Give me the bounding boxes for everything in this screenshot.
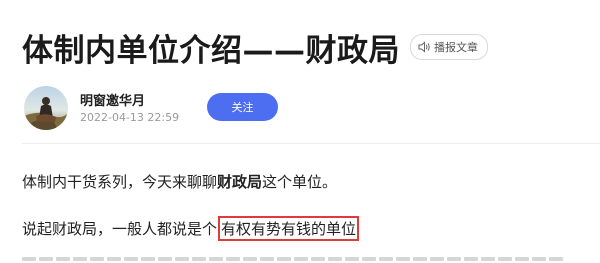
paragraph-1-text-before: 体制内干货系列，今天来聊聊	[22, 173, 218, 191]
divider	[22, 143, 600, 144]
avatar[interactable]	[24, 86, 68, 130]
follow-button[interactable]: 关注	[207, 93, 278, 121]
speaker-icon	[418, 41, 431, 53]
paragraph-2: 说起财政局，一般人都说是个 有权有势有钱的单位	[22, 216, 360, 241]
listen-label: 播报文章	[434, 41, 478, 54]
article-page: 体制内单位介绍——财政局 播报文章 明窗邀华月 2022-04-13 22:59…	[0, 0, 600, 263]
paragraph-3-cut-off	[22, 257, 563, 263]
paragraph-1: 体制内干货系列，今天来聊聊财政局这个单位。	[22, 171, 337, 192]
author-name[interactable]: 明窗邀华月	[80, 90, 145, 109]
highlight-box: 有权有势有钱的单位	[218, 216, 360, 241]
title-row: 体制内单位介绍——财政局 播报文章	[22, 22, 488, 72]
paragraph-1-bold-text: 财政局	[217, 173, 263, 191]
paragraph-1-text-after: 这个单位。	[262, 173, 338, 191]
article-title: 体制内单位介绍——财政局	[22, 32, 400, 69]
publish-time: 2022-04-13 22:59	[80, 111, 180, 124]
paragraph-2-text-before: 说起财政局，一般人都说是个	[22, 220, 218, 238]
cut-off-text-line	[22, 257, 563, 261]
listen-article-button[interactable]: 播报文章	[410, 34, 488, 60]
